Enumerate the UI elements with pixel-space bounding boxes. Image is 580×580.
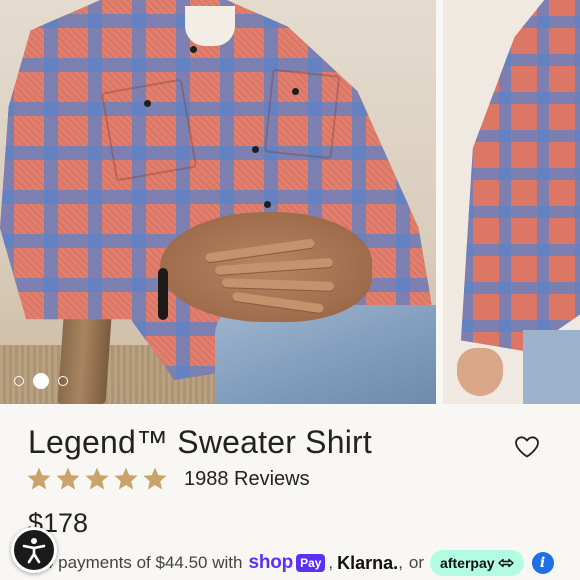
star-icon (85, 467, 109, 490)
wrist-bracelet (158, 268, 168, 320)
plaid-shirt-sleeve (461, 0, 580, 352)
gallery-pagination (14, 373, 68, 389)
product-photo-main[interactable] (0, 0, 436, 404)
chest-pocket-left (100, 78, 198, 182)
undershirt-collar (185, 6, 235, 46)
star-icon (114, 467, 138, 490)
klarna-logo[interactable]: Klarna. (337, 553, 398, 574)
shirt-button (264, 201, 271, 208)
gallery-dot[interactable] (58, 376, 68, 386)
accessibility-person-icon (22, 538, 46, 564)
shop-pay-logo[interactable]: shop (248, 552, 293, 574)
shop-pay-badge: Pay (296, 554, 326, 572)
shirt-button (252, 146, 259, 153)
chest-pocket-right (263, 68, 341, 160)
heart-outline-icon[interactable] (514, 435, 540, 459)
separator: , (398, 553, 403, 572)
info-icon[interactable]: i (531, 552, 554, 574)
afterpay-logo[interactable]: afterpay (430, 550, 524, 576)
star-icon (27, 467, 51, 490)
shirt-button (144, 100, 151, 107)
gallery-dot[interactable] (33, 373, 49, 389)
jeans (523, 330, 580, 404)
or-text: or (408, 553, 425, 572)
star-icon (56, 467, 80, 490)
separator: , (328, 553, 334, 572)
hand (457, 348, 503, 396)
shirt-button (190, 46, 197, 53)
star-icon (143, 467, 167, 490)
afterpay-label: afterpay (440, 555, 495, 571)
shirt-button (292, 88, 299, 95)
reviews-count-link[interactable]: 1988 Reviews (184, 468, 310, 491)
afterpay-arrows-icon (497, 558, 514, 568)
product-photo-secondary[interactable] (443, 0, 580, 404)
rating-stars[interactable] (27, 467, 167, 491)
gallery-dot[interactable] (14, 376, 24, 386)
product-title: Legend™ Sweater Shirt (28, 424, 372, 460)
product-image-gallery[interactable] (0, 0, 580, 404)
installments-text: 4 payments of $44.50 with (44, 553, 243, 572)
accessibility-button[interactable] (11, 527, 57, 573)
payment-options: 4 payments of $44.50 with shop Pay , Kla… (44, 550, 554, 576)
